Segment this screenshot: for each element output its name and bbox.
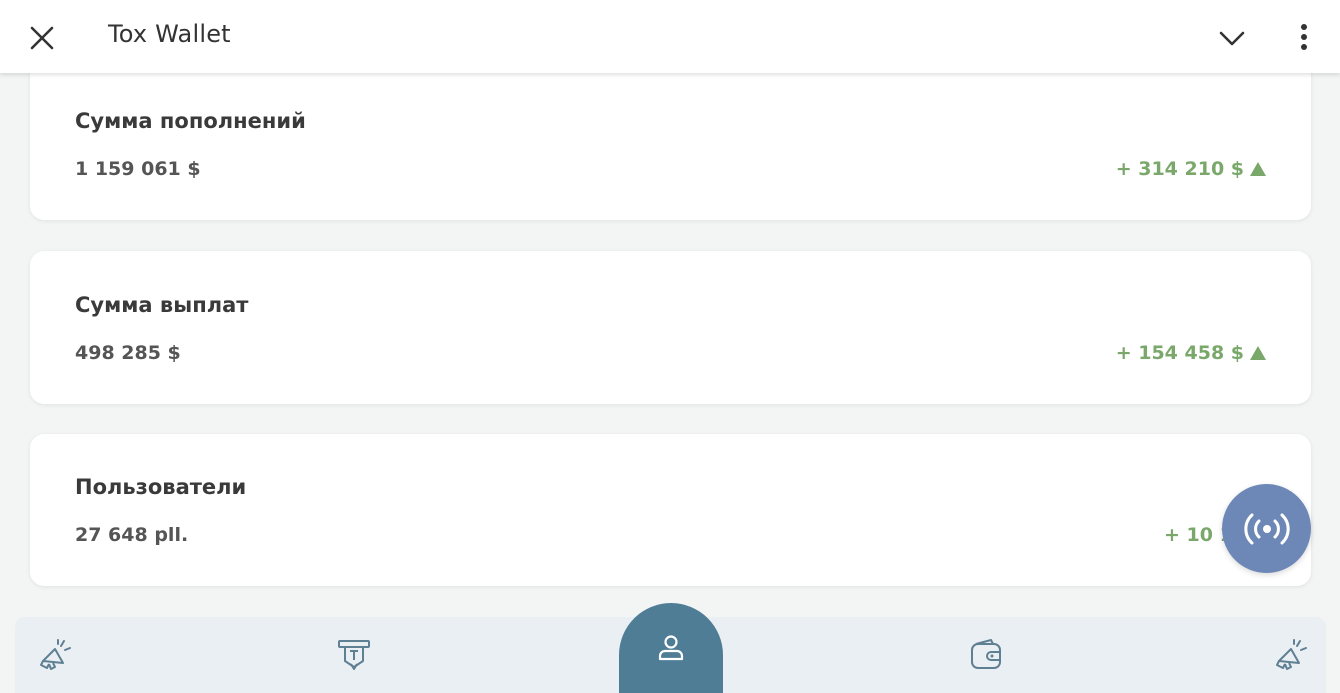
chevron-down-icon bbox=[1219, 31, 1245, 46]
nav-item-promo[interactable] bbox=[25, 617, 85, 693]
app-title: Tox Wallet bbox=[108, 20, 231, 48]
trend-up-icon bbox=[1250, 162, 1266, 176]
broadcast-icon bbox=[1243, 513, 1290, 544]
deposits-card[interactable]: Сумма пополнений 1 159 061 $ + 314 210 $ bbox=[30, 60, 1311, 220]
more-vertical-icon bbox=[1301, 24, 1307, 50]
close-icon bbox=[30, 26, 54, 50]
megaphone-icon bbox=[1276, 639, 1307, 670]
dashboard-content: Сумма пополнений 1 159 061 $ + 314 210 $… bbox=[0, 0, 1340, 693]
payouts-value: 498 285 $ bbox=[75, 342, 181, 364]
deposits-delta-text: + 314 210 $ bbox=[1115, 158, 1244, 180]
users-title: Пользователи bbox=[75, 475, 247, 499]
wallet-icon bbox=[971, 639, 1001, 669]
more-menu-button[interactable] bbox=[1284, 17, 1324, 57]
megaphone-icon bbox=[40, 639, 71, 670]
close-button[interactable] bbox=[22, 18, 62, 58]
atm-icon bbox=[338, 640, 370, 670]
deposits-delta: + 314 210 $ bbox=[1116, 158, 1266, 180]
payouts-title: Сумма выплат bbox=[75, 293, 249, 317]
users-card[interactable]: Пользователи 27 648 pll. + 10 12 bbox=[30, 434, 1311, 586]
trend-up-icon bbox=[1250, 346, 1266, 360]
user-icon bbox=[658, 635, 684, 661]
deposits-value: 1 159 061 $ bbox=[75, 158, 201, 180]
payouts-delta-text: + 154 458 $ bbox=[1115, 342, 1244, 364]
app-bar: Tox Wallet bbox=[0, 0, 1340, 73]
payouts-card[interactable]: Сумма выплат 498 285 $ + 154 458 $ bbox=[30, 251, 1311, 404]
nav-item-atm[interactable] bbox=[324, 617, 384, 693]
broadcast-fab-button[interactable] bbox=[1222, 484, 1311, 573]
deposits-title: Сумма пополнений bbox=[75, 109, 306, 133]
users-value: 27 648 pll. bbox=[75, 524, 189, 546]
payouts-delta: + 154 458 $ bbox=[1116, 342, 1266, 364]
nav-item-wallet[interactable] bbox=[956, 617, 1016, 693]
collapse-button[interactable] bbox=[1212, 18, 1252, 58]
nav-item-promo-2[interactable] bbox=[1261, 617, 1321, 693]
